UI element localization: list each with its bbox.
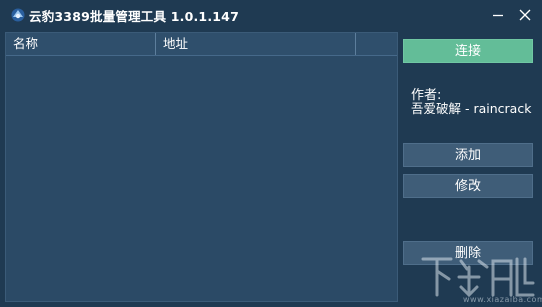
add-button[interactable]: 添加 (403, 143, 533, 167)
close-icon[interactable] (516, 6, 534, 24)
title-bar: 云豹3389批量管理工具 1.0.1.147 (0, 0, 542, 30)
minimize-icon[interactable] (489, 6, 507, 24)
app-logo-icon (11, 8, 25, 22)
window-title: 云豹3389批量管理工具 1.0.1.147 (29, 9, 239, 24)
watermark-url: www.xiazaiba.com (463, 295, 542, 304)
column-header-address[interactable]: 地址 (156, 33, 356, 55)
connect-button[interactable]: 连接 (403, 39, 533, 63)
list-body[interactable] (6, 57, 397, 301)
column-header-name[interactable]: 名称 (6, 33, 156, 55)
edit-button[interactable]: 修改 (403, 174, 533, 198)
author-value: 吾爱破解 - raincrack (411, 101, 532, 116)
list-header: 名称 地址 (6, 33, 397, 56)
server-list[interactable]: 名称 地址 (5, 32, 398, 302)
column-header-empty[interactable] (356, 33, 397, 55)
